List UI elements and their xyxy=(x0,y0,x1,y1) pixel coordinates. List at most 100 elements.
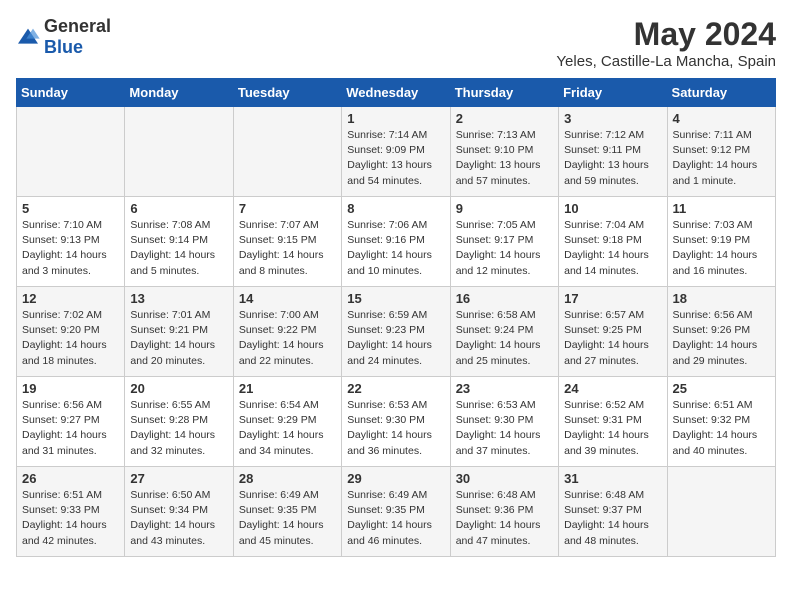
calendar-cell: 27 Sunrise: 6:50 AMSunset: 9:34 PMDayligh… xyxy=(125,467,233,557)
day-number: 22 xyxy=(347,381,444,396)
cell-info: Sunrise: 6:53 AMSunset: 9:30 PMDaylight:… xyxy=(456,398,553,459)
calendar-table: Sunday Monday Tuesday Wednesday Thursday… xyxy=(16,78,776,557)
cell-info: Sunrise: 6:51 AMSunset: 9:32 PMDaylight:… xyxy=(673,398,770,459)
cell-info: Sunrise: 7:12 AMSunset: 9:11 PMDaylight:… xyxy=(564,128,661,189)
cell-info: Sunrise: 7:05 AMSunset: 9:17 PMDaylight:… xyxy=(456,218,553,279)
title-block: May 2024 Yeles, Castille-La Mancha, Spai… xyxy=(556,16,776,70)
cell-info: Sunrise: 6:48 AMSunset: 9:37 PMDaylight:… xyxy=(564,488,661,549)
cell-info: Sunrise: 6:58 AMSunset: 9:24 PMDaylight:… xyxy=(456,308,553,369)
cell-info: Sunrise: 6:54 AMSunset: 9:29 PMDaylight:… xyxy=(239,398,336,459)
page-header: General Blue May 2024 Yeles, Castille-La… xyxy=(16,16,776,70)
calendar-cell: 2 Sunrise: 7:13 AMSunset: 9:10 PMDaylight… xyxy=(450,107,558,197)
calendar-cell: 10Sunrise: 7:04 AMSunset: 9:18 PMDayligh… xyxy=(559,197,667,287)
day-number: 9 xyxy=(456,201,553,216)
col-sunday: Sunday xyxy=(17,79,125,107)
cell-info: Sunrise: 6:55 AMSunset: 9:28 PMDaylight:… xyxy=(130,398,227,459)
cell-info: Sunrise: 7:14 AMSunset: 9:09 PMDaylight:… xyxy=(347,128,444,189)
cell-info: Sunrise: 6:53 AMSunset: 9:30 PMDaylight:… xyxy=(347,398,444,459)
calendar-cell: 5 Sunrise: 7:10 AMSunset: 9:13 PMDaylight… xyxy=(17,197,125,287)
day-number: 19 xyxy=(22,381,119,396)
calendar-week-1: 1Sunrise: 7:14 AMSunset: 9:09 PMDaylight… xyxy=(17,107,776,197)
day-number: 27 xyxy=(130,471,227,486)
day-number: 30 xyxy=(456,471,553,486)
day-number: 6 xyxy=(130,201,227,216)
calendar-cell: 23Sunrise: 6:53 AMSunset: 9:30 PMDayligh… xyxy=(450,377,558,467)
calendar-cell: 12Sunrise: 7:02 AMSunset: 9:20 PMDayligh… xyxy=(17,287,125,377)
month-year: May 2024 xyxy=(556,16,776,53)
day-number: 7 xyxy=(239,201,336,216)
day-number: 25 xyxy=(673,381,770,396)
calendar-cell: 28Sunrise: 6:49 AMSunset: 9:35 PMDayligh… xyxy=(233,467,341,557)
location: Yeles, Castille-La Mancha, Spain xyxy=(556,53,776,70)
day-number: 15 xyxy=(347,291,444,306)
calendar-cell: 31 Sunrise: 6:48 AMSunset: 9:37 PMDayligh… xyxy=(559,467,667,557)
calendar-cell xyxy=(17,107,125,197)
cell-info: Sunrise: 6:48 AMSunset: 9:36 PMDaylight:… xyxy=(456,488,553,549)
calendar-cell: 17Sunrise: 6:57 AMSunset: 9:25 PMDayligh… xyxy=(559,287,667,377)
calendar-cell: 8Sunrise: 7:06 AMSunset: 9:16 PMDaylight… xyxy=(342,197,450,287)
day-number: 18 xyxy=(673,291,770,306)
day-number: 29 xyxy=(347,471,444,486)
calendar-cell xyxy=(125,107,233,197)
calendar-cell: 14Sunrise: 7:00 AMSunset: 9:22 PMDayligh… xyxy=(233,287,341,377)
calendar-cell: 11Sunrise: 7:03 AMSunset: 9:19 PMDayligh… xyxy=(667,197,775,287)
calendar-cell: 9 Sunrise: 7:05 AMSunset: 9:17 PMDaylight… xyxy=(450,197,558,287)
calendar-cell: 30 Sunrise: 6:48 AMSunset: 9:36 PMDayligh… xyxy=(450,467,558,557)
calendar-cell: 21 Sunrise: 6:54 AMSunset: 9:29 PMDayligh… xyxy=(233,377,341,467)
day-number: 13 xyxy=(130,291,227,306)
calendar-week-2: 5 Sunrise: 7:10 AMSunset: 9:13 PMDaylight… xyxy=(17,197,776,287)
cell-info: Sunrise: 7:00 AMSunset: 9:22 PMDaylight:… xyxy=(239,308,336,369)
logo-blue: Blue xyxy=(44,37,83,57)
cell-info: Sunrise: 7:01 AMSunset: 9:21 PMDaylight:… xyxy=(130,308,227,369)
col-tuesday: Tuesday xyxy=(233,79,341,107)
calendar-cell: 22 Sunrise: 6:53 AMSunset: 9:30 PMDayligh… xyxy=(342,377,450,467)
cell-info: Sunrise: 7:08 AMSunset: 9:14 PMDaylight:… xyxy=(130,218,227,279)
cell-info: Sunrise: 7:06 AMSunset: 9:16 PMDaylight:… xyxy=(347,218,444,279)
day-number: 5 xyxy=(22,201,119,216)
cell-info: Sunrise: 6:52 AMSunset: 9:31 PMDaylight:… xyxy=(564,398,661,459)
cell-info: Sunrise: 7:04 AMSunset: 9:18 PMDaylight:… xyxy=(564,218,661,279)
day-number: 21 xyxy=(239,381,336,396)
day-number: 3 xyxy=(564,111,661,126)
cell-info: Sunrise: 6:50 AMSunset: 9:34 PMDaylight:… xyxy=(130,488,227,549)
day-number: 20 xyxy=(130,381,227,396)
day-number: 12 xyxy=(22,291,119,306)
calendar-cell: 20 Sunrise: 6:55 AMSunset: 9:28 PMDayligh… xyxy=(125,377,233,467)
calendar-cell: 1Sunrise: 7:14 AMSunset: 9:09 PMDaylight… xyxy=(342,107,450,197)
col-saturday: Saturday xyxy=(667,79,775,107)
calendar-cell: 24 Sunrise: 6:52 AMSunset: 9:31 PMDayligh… xyxy=(559,377,667,467)
cell-info: Sunrise: 6:56 AMSunset: 9:27 PMDaylight:… xyxy=(22,398,119,459)
cell-info: Sunrise: 7:11 AMSunset: 9:12 PMDaylight:… xyxy=(673,128,770,189)
cell-info: Sunrise: 6:51 AMSunset: 9:33 PMDaylight:… xyxy=(22,488,119,549)
cell-info: Sunrise: 7:10 AMSunset: 9:13 PMDaylight:… xyxy=(22,218,119,279)
day-number: 16 xyxy=(456,291,553,306)
calendar-cell: 13 Sunrise: 7:01 AMSunset: 9:21 PMDayligh… xyxy=(125,287,233,377)
logo-general: General xyxy=(44,16,111,36)
day-number: 4 xyxy=(673,111,770,126)
calendar-cell: 18Sunrise: 6:56 AMSunset: 9:26 PMDayligh… xyxy=(667,287,775,377)
calendar-week-5: 26 Sunrise: 6:51 AMSunset: 9:33 PMDayligh… xyxy=(17,467,776,557)
cell-info: Sunrise: 7:13 AMSunset: 9:10 PMDaylight:… xyxy=(456,128,553,189)
calendar-cell: 29Sunrise: 6:49 AMSunset: 9:35 PMDayligh… xyxy=(342,467,450,557)
calendar-cell xyxy=(667,467,775,557)
calendar-cell: 16 Sunrise: 6:58 AMSunset: 9:24 PMDayligh… xyxy=(450,287,558,377)
calendar-cell: 15Sunrise: 6:59 AMSunset: 9:23 PMDayligh… xyxy=(342,287,450,377)
cell-info: Sunrise: 7:07 AMSunset: 9:15 PMDaylight:… xyxy=(239,218,336,279)
logo-text: General Blue xyxy=(44,16,111,58)
col-wednesday: Wednesday xyxy=(342,79,450,107)
calendar-week-3: 12Sunrise: 7:02 AMSunset: 9:20 PMDayligh… xyxy=(17,287,776,377)
day-number: 11 xyxy=(673,201,770,216)
calendar-cell: 25 Sunrise: 6:51 AMSunset: 9:32 PMDayligh… xyxy=(667,377,775,467)
day-number: 2 xyxy=(456,111,553,126)
cell-info: Sunrise: 6:57 AMSunset: 9:25 PMDaylight:… xyxy=(564,308,661,369)
logo: General Blue xyxy=(16,16,111,58)
day-number: 31 xyxy=(564,471,661,486)
calendar-cell: 19 Sunrise: 6:56 AMSunset: 9:27 PMDayligh… xyxy=(17,377,125,467)
header-row: Sunday Monday Tuesday Wednesday Thursday… xyxy=(17,79,776,107)
day-number: 26 xyxy=(22,471,119,486)
cell-info: Sunrise: 6:49 AMSunset: 9:35 PMDaylight:… xyxy=(239,488,336,549)
day-number: 24 xyxy=(564,381,661,396)
col-friday: Friday xyxy=(559,79,667,107)
logo-icon xyxy=(16,27,40,47)
calendar-cell: 7 Sunrise: 7:07 AMSunset: 9:15 PMDaylight… xyxy=(233,197,341,287)
